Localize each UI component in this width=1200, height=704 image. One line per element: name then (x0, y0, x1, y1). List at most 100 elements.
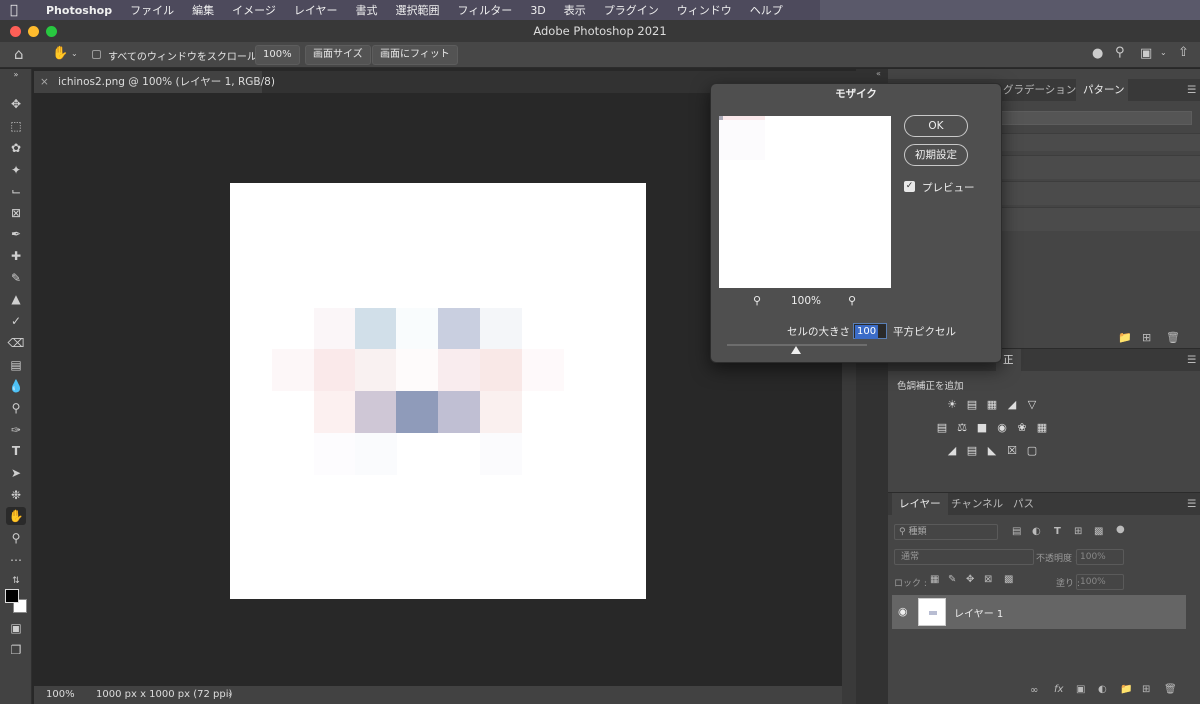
tab-gradients[interactable]: グラデーション (996, 79, 1083, 101)
photo-filter-icon[interactable]: ◉ (995, 422, 1009, 434)
dodge-tool-icon[interactable]: ⚲ (6, 399, 26, 417)
hand-tool-icon[interactable]: ✋ (6, 507, 26, 525)
curves-icon[interactable]: ▦ (985, 399, 999, 411)
hue-saturation-icon[interactable]: ▤ (935, 422, 949, 434)
screen-mode-icon[interactable]: ❐ (6, 641, 26, 659)
panel-menu-icon[interactable]: ☰ (1180, 349, 1200, 371)
status-zoom[interactable]: 100% (46, 686, 75, 704)
fit-screen-button[interactable]: 画面サイズ (305, 45, 371, 65)
menu-select[interactable]: 選択範囲 (396, 2, 440, 18)
stamp-tool-icon[interactable]: ▲ (6, 290, 26, 308)
filter-type-icon[interactable]: T (1054, 526, 1061, 537)
color-balance-icon[interactable]: ⚖ (955, 422, 969, 434)
menu-edit[interactable]: 編集 (192, 2, 214, 18)
marquee-tool-icon[interactable]: ⬚ (6, 117, 26, 135)
collapse-panels-icon[interactable]: « (876, 69, 881, 78)
brightness-icon[interactable]: ☀ (945, 399, 959, 411)
tab-channels[interactable]: チャンネル (944, 493, 1010, 515)
new-layer-icon[interactable]: ⊞ (1142, 684, 1150, 695)
menu-image[interactable]: イメージ (232, 2, 276, 18)
blend-mode-select[interactable]: 通常 (894, 549, 1034, 565)
lasso-tool-icon[interactable]: ✿ (6, 139, 26, 157)
zoom-100-button[interactable]: 100% (255, 45, 300, 65)
lock-artboard-icon[interactable]: ⊠ (984, 574, 992, 585)
layer-style-icon[interactable]: fx (1054, 684, 1063, 695)
home-icon[interactable]: ⌂ (14, 47, 24, 62)
menu-type[interactable]: 書式 (356, 2, 378, 18)
cell-size-input[interactable]: 100 (853, 323, 887, 339)
new-group-icon[interactable]: 📁 (1118, 331, 1132, 344)
lock-transparent-icon[interactable]: ▦ (930, 574, 939, 585)
vibrance-icon[interactable]: ▽ (1025, 399, 1039, 411)
tab-layers[interactable]: レイヤー (892, 493, 948, 515)
black-white-icon[interactable]: ■ (975, 422, 989, 434)
new-group-icon[interactable]: 📁 (1120, 684, 1132, 695)
channel-mixer-icon[interactable]: ❀ (1015, 422, 1029, 434)
layer-row[interactable]: ◉ レイヤー 1 (892, 595, 1186, 629)
collapse-tools-icon[interactable]: » (6, 69, 26, 81)
delete-pattern-icon[interactable]: 🗑 (1166, 331, 1180, 344)
document-canvas[interactable] (230, 183, 646, 599)
workspace-chevron-icon[interactable]: ⌄ (1160, 49, 1167, 57)
minimize-window-button[interactable] (28, 26, 39, 37)
eyedropper-tool-icon[interactable]: ✒ (6, 225, 26, 243)
chevron-down-icon[interactable]: ⌄ (71, 50, 78, 58)
pattern-search-field[interactable] (1000, 111, 1192, 125)
crop-tool-icon[interactable]: ⌙ (6, 182, 26, 200)
apple-icon[interactable]:  (10, 3, 28, 18)
status-chevron-icon[interactable]: › (228, 686, 232, 704)
swap-colors-icon[interactable]: ⇅ (6, 572, 26, 590)
new-pattern-icon[interactable]: ⊞ (1142, 331, 1151, 344)
panel-menu-icon[interactable]: ☰ (1180, 493, 1200, 515)
zoom-in-icon[interactable]: ⚲ (848, 294, 856, 307)
tab-patterns[interactable]: パターン (1076, 79, 1128, 101)
menu-file[interactable]: ファイル (130, 2, 174, 18)
menu-help[interactable]: ヘルプ (750, 2, 783, 18)
close-tab-icon[interactable]: × (40, 76, 49, 88)
brush-tool-icon[interactable]: ✎ (6, 269, 26, 287)
visibility-eye-icon[interactable]: ◉ (898, 605, 908, 618)
fill-field[interactable]: 100% (1076, 574, 1124, 590)
filter-toggle-icon[interactable]: ● (1116, 524, 1125, 535)
color-lookup-icon[interactable]: ▦ (1035, 422, 1049, 434)
layer-name[interactable]: レイヤー 1 (954, 605, 1003, 620)
zoom-out-icon[interactable]: ⚲ (753, 294, 761, 307)
frame-tool-icon[interactable]: ⊠ (6, 204, 26, 222)
search-icon[interactable]: ⚲ (1115, 46, 1125, 59)
filter-adjustment-icon[interactable]: ◐ (1032, 526, 1041, 537)
new-adjustment-layer-icon[interactable]: ◐ (1098, 684, 1107, 695)
filter-smart-object-icon[interactable]: ▩ (1094, 526, 1103, 537)
move-tool-icon[interactable]: ✥ (6, 95, 26, 113)
lock-position-icon[interactable]: ✥ (966, 574, 974, 585)
menu-layer[interactable]: レイヤー (294, 2, 338, 18)
scroll-all-checkbox[interactable] (92, 50, 101, 59)
history-brush-icon[interactable]: ✓ (6, 312, 26, 330)
pattern-row[interactable] (1000, 207, 1200, 231)
menu-filter[interactable]: フィルター (458, 2, 513, 18)
exposure-icon[interactable]: ◢ (1005, 399, 1019, 411)
quick-mask-icon[interactable]: ▣ (6, 619, 26, 637)
threshold-icon[interactable]: ◣ (985, 445, 999, 457)
ok-button[interactable]: OK (904, 115, 968, 137)
gradient-map-icon[interactable]: ▢ (1025, 445, 1039, 457)
pen-tool-icon[interactable]: ✑ (6, 421, 26, 439)
magic-wand-icon[interactable]: ✦ (6, 161, 26, 179)
levels-icon[interactable]: ▤ (965, 399, 979, 411)
reset-button[interactable]: 初期設定 (904, 144, 968, 166)
opacity-field[interactable]: 100% (1076, 549, 1124, 565)
cell-size-slider-thumb[interactable] (791, 346, 801, 354)
panel-menu-icon[interactable]: ☰ (1180, 79, 1200, 101)
fill-screen-button[interactable]: 画面にフィット (372, 45, 458, 65)
pattern-row[interactable] (1000, 133, 1200, 151)
shape-tool-icon[interactable]: ❉ (6, 486, 26, 504)
lock-all-icon[interactable]: ▩ (1004, 574, 1013, 585)
zoom-window-button[interactable] (46, 26, 57, 37)
menu-3d[interactable]: 3D (530, 4, 545, 17)
workspace-icon[interactable]: ▣ (1140, 47, 1152, 60)
pattern-row[interactable] (1000, 155, 1200, 179)
preview-checkbox[interactable]: ✓ (904, 181, 915, 192)
path-selection-icon[interactable]: ➤ (6, 464, 26, 482)
healing-brush-icon[interactable]: ✚ (6, 247, 26, 265)
menu-app-name[interactable]: Photoshop (46, 4, 112, 17)
document-tab[interactable]: × ichinos2.png @ 100% (レイヤー 1, RGB/8) (34, 71, 275, 93)
